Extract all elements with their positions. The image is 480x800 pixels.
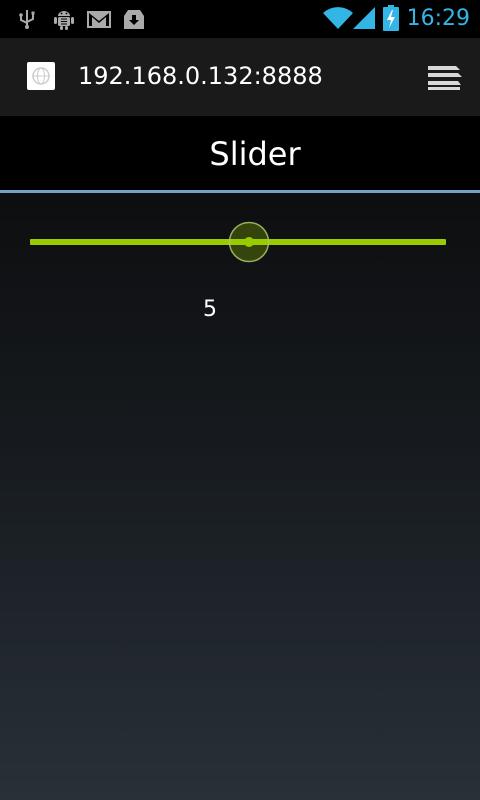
browser-toolbar: 192.168.0.132:8888 [0,38,480,116]
android-debug-icon [54,11,74,30]
battery-charging-icon [383,5,399,31]
slider-value-label: 5 [203,297,217,322]
value-slider[interactable] [30,221,446,263]
title-bar: Slider [0,116,480,190]
tabs-menu-icon[interactable] [426,62,462,92]
app-screen: 16:29 192.168.0.132:8888 Slider 5 [0,0,480,800]
usb-icon [19,10,35,29]
status-time: 16:29 [406,6,470,31]
globe-icon [32,67,50,85]
signal-icon [353,7,375,29]
wifi-icon [323,7,353,29]
download-icon [124,10,144,29]
content-area: 5 [0,193,480,800]
favicon[interactable] [27,62,55,90]
gmail-icon [87,11,111,28]
slider-thumb[interactable] [228,221,270,263]
status-bar: 16:29 [0,0,480,38]
url-field[interactable]: 192.168.0.132:8888 [78,60,323,92]
page-title: Slider [209,135,301,173]
